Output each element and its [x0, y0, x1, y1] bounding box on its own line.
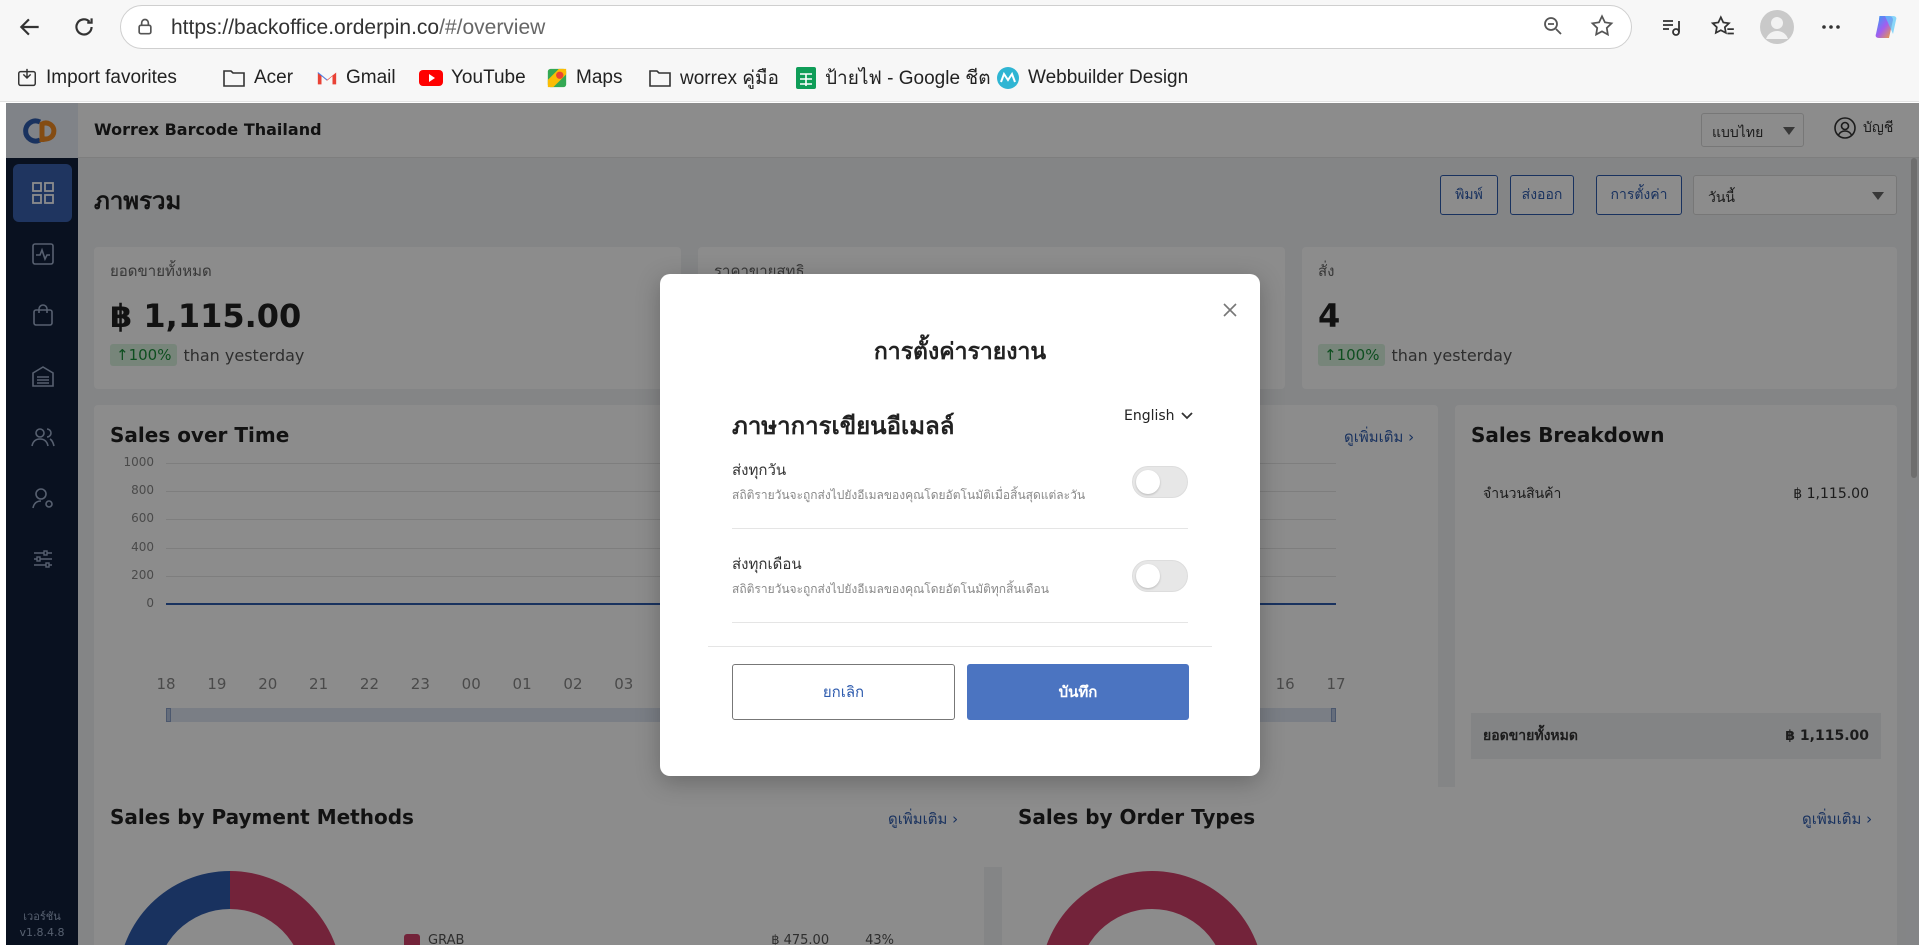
sheets-icon [796, 67, 816, 89]
close-icon [1223, 303, 1237, 317]
back-arrow-icon [19, 18, 39, 36]
bookmark-label: ป้ายไฟ - Google ชีต [825, 68, 991, 89]
browser-toolbar: https://backoffice.orderpin.co/#/overvie… [0, 0, 1919, 55]
daily-toggle[interactable] [1132, 466, 1188, 498]
favorites-icon[interactable] [1708, 12, 1738, 42]
favorite-star-icon[interactable] [1589, 13, 1615, 43]
close-button[interactable] [1216, 296, 1244, 324]
divider [732, 622, 1188, 623]
bookmark-label: worrex คู่มือ [680, 68, 779, 89]
maps-icon [547, 68, 567, 88]
refresh-icon [75, 18, 93, 36]
save-button[interactable]: บันทึก [967, 664, 1189, 720]
folder-icon [223, 70, 245, 87]
cancel-button[interactable]: ยกเลิก [732, 664, 955, 720]
profile-avatar-icon[interactable] [1758, 8, 1796, 46]
bookmark-label: YouTube [451, 67, 526, 88]
url-path: /#/overview [439, 16, 546, 39]
lock-icon [138, 18, 152, 35]
toggle-knob [1136, 564, 1160, 588]
bookmark-gmail[interactable]: Gmail [316, 65, 396, 91]
address-bar[interactable]: https://backoffice.orderpin.co/#/overvie… [120, 5, 1632, 49]
monthly-option-label: ส่งทุกเดือน [732, 555, 802, 573]
bookmarks-bar: Import favorites Acer Gmail YouTube Maps… [0, 55, 1919, 102]
folder-icon [649, 70, 671, 87]
bookmark-acer[interactable]: Acer [222, 65, 293, 91]
divider [732, 528, 1188, 529]
modal-footer-divider [708, 646, 1212, 647]
url-text: https://backoffice.orderpin.co/#/overvie… [171, 16, 545, 40]
bookmark-maps[interactable]: Maps [546, 65, 622, 91]
more-menu-icon[interactable] [1816, 12, 1846, 42]
monthly-toggle[interactable] [1132, 560, 1188, 592]
copilot-icon[interactable] [1871, 12, 1901, 42]
bookmark-label: Acer [254, 67, 294, 88]
email-language-select[interactable]: English [1124, 408, 1193, 424]
bookmark-import-favorites[interactable]: Import favorites [16, 65, 177, 91]
daily-option-label: ส่งทุกวัน [732, 461, 787, 479]
daily-option-description: สถิติรายวันจะถูกส่งไปยังอีเมลของคุณโดยอั… [732, 488, 1086, 502]
bookmark-label: Gmail [346, 67, 396, 88]
zoom-out-icon[interactable] [1541, 14, 1565, 42]
chevron-down-icon [1180, 412, 1193, 420]
bookmark-label: Maps [576, 67, 623, 88]
bookmark-label: Import favorites [46, 67, 177, 88]
bookmark-label: Webbuilder Design [1028, 67, 1189, 88]
bookmark-worrex-manual[interactable]: worrex คู่มือ [648, 65, 779, 91]
bookmark-google-sheets[interactable]: ป้ายไฟ - Google ชีต [795, 65, 991, 91]
modal-title: การตั้งค่ารายงาน [873, 339, 1047, 365]
media-icon[interactable] [1656, 12, 1686, 42]
email-language-heading: ภาษาการเขียนอีเมลล์ [732, 412, 955, 440]
bookmark-youtube[interactable]: YouTube [419, 65, 526, 91]
toggle-knob [1136, 470, 1160, 494]
webbuilder-icon [997, 67, 1019, 89]
youtube-icon [419, 70, 443, 86]
gmail-icon [317, 72, 337, 85]
import-icon [18, 68, 36, 87]
back-button[interactable] [12, 10, 48, 44]
url-host: https://backoffice.orderpin.co [171, 16, 440, 39]
report-settings-modal: การตั้งค่ารายงาน ภาษาการเขียนอีเมลล์ Eng… [660, 274, 1260, 776]
monthly-option-description: สถิติรายวันจะถูกส่งไปยังอีเมลของคุณโดยอั… [732, 582, 1049, 596]
refresh-button[interactable] [66, 10, 102, 44]
email-language-value: English [1124, 408, 1175, 424]
bookmark-webbuilder[interactable]: Webbuilder Design [996, 65, 1188, 91]
